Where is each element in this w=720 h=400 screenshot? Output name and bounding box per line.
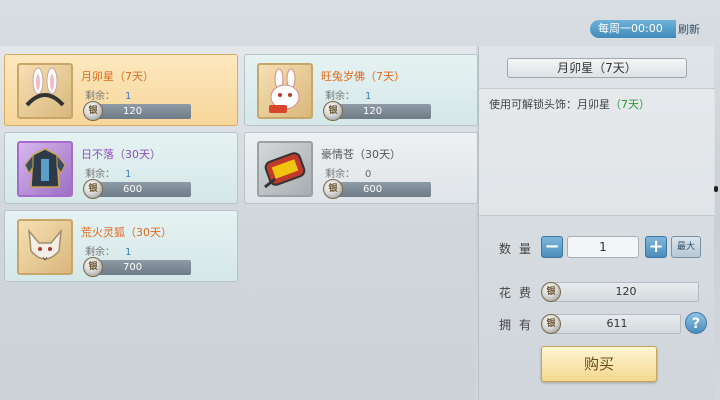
fox-mount-icon [17, 219, 73, 275]
silver-coin-icon: 银 [541, 282, 561, 302]
item-name: 旺兔岁佛（7天） [321, 70, 405, 83]
item-name: 月卯星（7天） [81, 70, 154, 83]
max-quantity-button[interactable]: 最大 [671, 236, 701, 258]
shop-item-card[interactable]: 豪情苍（30天） 剩余： 0 600 银 [244, 132, 478, 204]
refresh-time-badge: 每周一00:00 [590, 20, 676, 38]
increase-quantity-button[interactable]: + [645, 236, 667, 258]
detail-description: 使用可解锁头饰：月卯星（7天） [489, 98, 650, 111]
item-name: 豪情苍（30天） [321, 148, 401, 161]
item-price: 700 [95, 260, 191, 275]
silver-coin-icon: 银 [83, 257, 103, 277]
top-bar: 每周一00:00 刷新 [0, 0, 720, 40]
shop-item-card[interactable]: 旺兔岁佛（7天） 剩余： 1 120 银 [244, 54, 478, 126]
owned-label: 拥有 [499, 318, 540, 332]
item-price: 120 [335, 104, 431, 119]
shop-item-card[interactable]: 荒火灵狐（30天） 剩余： 1 700 银 [4, 210, 238, 282]
silver-coin-icon: 银 [83, 179, 103, 199]
rabbit-mask-icon [257, 63, 313, 119]
silver-coin-icon: 银 [83, 101, 103, 121]
owned-value: 611 [553, 314, 681, 334]
cost-label: 花费 [499, 286, 540, 300]
lantern-weapon-icon [257, 141, 313, 197]
shop-item-grid: 月卯星（7天） 剩余：1 120 银 旺兔岁佛（7天） 剩余：1 120 银 [0, 46, 478, 400]
item-price: 600 [95, 182, 191, 197]
item-price: 120 [95, 104, 191, 119]
item-remaining: 剩余： 1 [85, 91, 132, 102]
silver-coin-icon: 银 [541, 314, 561, 334]
detail-title: 月卯星（7天） [507, 58, 687, 78]
quantity-label: 数量 [499, 242, 540, 256]
item-detail-panel: 月卯星（7天） 使用可解锁头饰：月卯星（7天） 数量 − 1 + 最大 花费 1… [478, 46, 715, 400]
shop-item-card[interactable]: 日不落（30天） 剩余： 1 600 银 [4, 132, 238, 204]
rabbit-ears-headband-icon [17, 63, 73, 119]
armor-outfit-icon [17, 141, 73, 197]
item-name: 荒火灵狐（30天） [81, 226, 172, 239]
item-price: 600 [335, 182, 431, 197]
item-remaining: 剩余： 1 [85, 247, 132, 258]
quantity-input[interactable]: 1 [567, 236, 639, 258]
silver-coin-icon: 银 [323, 179, 343, 199]
help-icon[interactable]: ? [685, 312, 707, 334]
edge-indicator [714, 186, 718, 192]
refresh-label: 刷新 [678, 23, 700, 36]
shop-item-card[interactable]: 月卯星（7天） 剩余： 1 120 银 [4, 54, 238, 126]
item-remaining: 剩余： 0 [325, 169, 372, 180]
item-remaining: 剩余： 1 [85, 169, 132, 180]
decrease-quantity-button[interactable]: − [541, 236, 563, 258]
item-name: 日不落（30天） [81, 148, 161, 161]
item-remaining: 剩余： 1 [325, 91, 372, 102]
buy-button[interactable]: 购买 [541, 346, 657, 382]
cost-value: 120 [553, 282, 699, 302]
silver-coin-icon: 银 [323, 101, 343, 121]
